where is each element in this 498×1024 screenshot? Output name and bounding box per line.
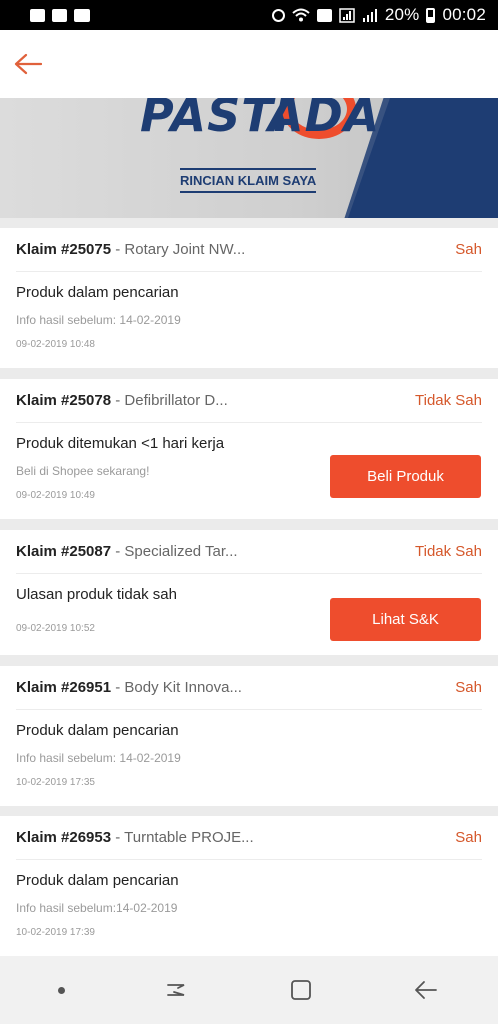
- claim-date: 09-02-2019 10:48: [16, 339, 95, 350]
- claim-id: Klaim #25087: [16, 543, 112, 560]
- claim-status: Sah: [455, 241, 482, 258]
- system-back-button[interactable]: [412, 976, 440, 1004]
- cell-signal-icon: [362, 8, 377, 22]
- nav-back-icon: [414, 981, 437, 999]
- back-button[interactable]: [14, 49, 44, 79]
- claim-result: Produk dalam pencarian: [16, 872, 179, 889]
- home-icon: [290, 980, 311, 1000]
- claim-product: - Defibrillator D...: [111, 392, 228, 409]
- app-header: [0, 30, 498, 98]
- claim-title: Klaim #26953 - Turntable PROJE...: [16, 829, 254, 846]
- claim-header: Klaim #25075 - Rotary Joint NW... Sah: [16, 228, 482, 272]
- recent-apps-button[interactable]: [162, 976, 190, 1004]
- claim-id: Klaim #26953: [16, 829, 112, 846]
- battery-percent: 20%: [384, 5, 420, 24]
- claim-body: Ulasan produk tidak sah 09-02-2019 10:52…: [0, 574, 498, 641]
- claim-status: Sah: [455, 679, 482, 696]
- claim-status: Sah: [455, 829, 482, 846]
- banner-logo-right: ADA: [268, 98, 381, 142]
- claim-id: Klaim #25078: [16, 392, 112, 409]
- banner-logo: PASTI ADA: [140, 98, 379, 142]
- banner-subtitle: RINCIAN KLAIM SAYA: [180, 168, 317, 193]
- claim-card[interactable]: Klaim #26951 - Body Kit Innova... Sah Pr…: [0, 666, 498, 806]
- claim-date: 10-02-2019 17:35: [16, 777, 95, 788]
- claim-status: Tidak Sah: [415, 392, 482, 409]
- claim-status: Tidak Sah: [415, 543, 482, 560]
- buy-product-button[interactable]: Beli Produk: [330, 455, 481, 498]
- call-icon: [316, 8, 332, 22]
- clock: 00:02: [442, 5, 486, 24]
- nav-dot-icon[interactable]: [58, 986, 66, 994]
- signal-icon: [339, 7, 355, 23]
- claim-title: Klaim #26951 - Body Kit Innova...: [16, 679, 242, 696]
- claim-info: Info hasil sebelum:14-02-2019: [16, 901, 178, 915]
- claim-title: Klaim #25075 - Rotary Joint NW...: [16, 241, 245, 258]
- claim-title: Klaim #25078 - Defibrillator D...: [16, 392, 228, 409]
- claim-card[interactable]: Klaim #25075 - Rotary Joint NW... Sah Pr…: [0, 228, 498, 368]
- claim-card[interactable]: Klaim #26953 - Turntable PROJE... Sah Pr…: [0, 816, 498, 956]
- notification-icons: [30, 8, 90, 22]
- claim-result: Produk dalam pencarian: [16, 722, 179, 739]
- claim-body: Produk dalam pencarian Info hasil sebelu…: [0, 860, 498, 938]
- status-bar: 20% 00:02: [0, 0, 498, 30]
- claim-body: Produk dalam pencarian Info hasil sebelu…: [0, 272, 498, 350]
- claim-card[interactable]: Klaim #25087 - Specialized Tar... Tidak …: [0, 530, 498, 655]
- chat-notification-icon: [30, 8, 45, 22]
- claim-result: Produk dalam pencarian: [16, 284, 179, 301]
- claim-id: Klaim #26951: [16, 679, 112, 696]
- claim-product: - Specialized Tar...: [111, 543, 238, 560]
- claim-info: Info hasil sebelum: 14-02-2019: [16, 313, 181, 327]
- gallery-notification-icon: [74, 8, 90, 22]
- promo-banner: PASTI ADA RINCIAN KLAIM SAYA: [0, 98, 498, 218]
- claim-product: - Rotary Joint NW...: [111, 241, 246, 258]
- claim-body: Produk dalam pencarian Info hasil sebelu…: [0, 710, 498, 788]
- arrow-left-icon: [14, 53, 42, 75]
- claim-id: Klaim #25075: [16, 241, 112, 258]
- claim-result: Produk ditemukan <1 hari kerja: [16, 435, 225, 452]
- claim-info: Info hasil sebelum: 14-02-2019: [16, 751, 181, 765]
- claim-header: Klaim #25078 - Defibrillator D... Tidak …: [16, 379, 482, 423]
- recent-apps-icon: [167, 984, 185, 996]
- view-terms-button[interactable]: Lihat S&K: [330, 598, 481, 641]
- claim-product: - Turntable PROJE...: [111, 829, 254, 846]
- claim-card[interactable]: Klaim #25078 - Defibrillator D... Tidak …: [0, 379, 498, 519]
- alarm-icon: [271, 8, 285, 22]
- wifi-icon: [292, 8, 310, 22]
- claim-header: Klaim #26951 - Body Kit Innova... Sah: [16, 666, 482, 710]
- claim-product: - Body Kit Innova...: [111, 679, 242, 696]
- claim-header: Klaim #26953 - Turntable PROJE... Sah: [16, 816, 482, 860]
- message-notification-icon: [52, 8, 67, 22]
- claim-header: Klaim #25087 - Specialized Tar... Tidak …: [16, 530, 482, 574]
- system-nav-bar: [0, 956, 498, 1024]
- claim-body: Produk ditemukan <1 hari kerja Beli di S…: [0, 423, 498, 501]
- claim-date: 10-02-2019 17:39: [16, 927, 95, 938]
- home-button[interactable]: [287, 976, 315, 1004]
- claim-title: Klaim #25087 - Specialized Tar...: [16, 543, 238, 560]
- battery-icon: [426, 7, 436, 23]
- system-icons: 20% 00:02: [271, 5, 486, 25]
